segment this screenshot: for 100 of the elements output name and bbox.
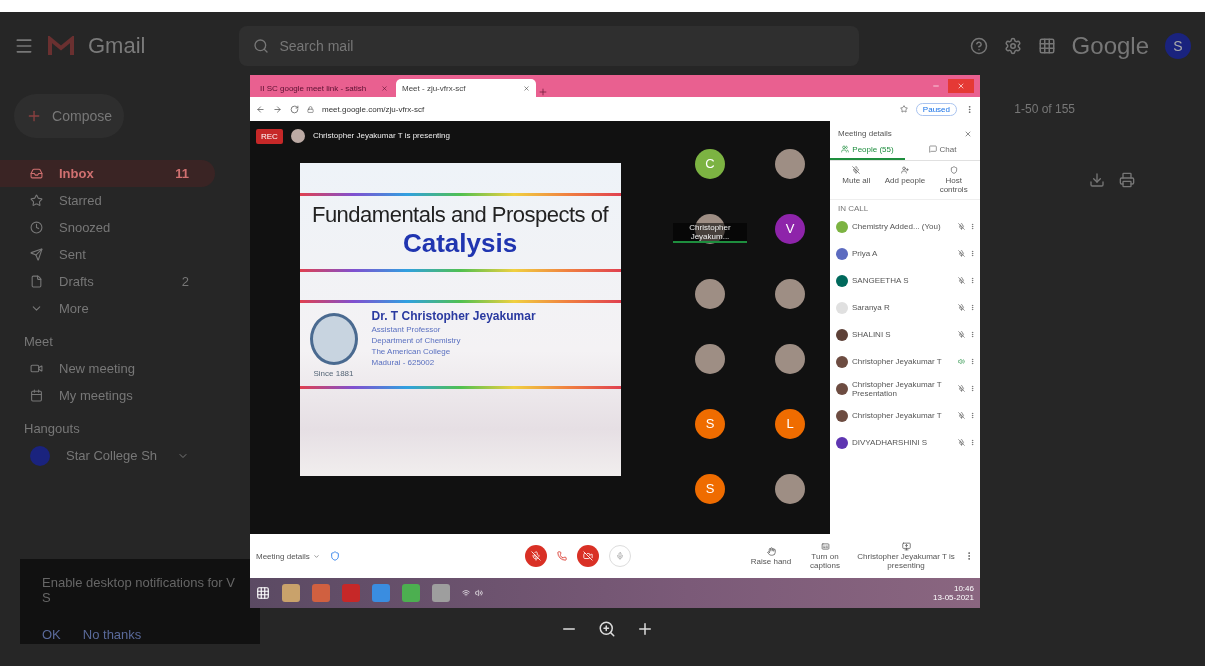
muted-mic-icon	[958, 331, 965, 338]
star-icon	[30, 194, 43, 207]
slide-text: Assistant Professor	[371, 325, 442, 334]
apps-icon[interactable]	[1037, 37, 1056, 55]
participant-row[interactable]: Chemistry Added... (You)	[830, 213, 980, 240]
calendar-icon	[30, 389, 43, 402]
meeting-details-button[interactable]: Meeting details	[256, 551, 320, 561]
close-icon[interactable]	[381, 84, 388, 92]
section-heading: Meet	[23, 333, 54, 351]
avatar-circle	[30, 445, 50, 466]
settings-icon[interactable]	[1003, 37, 1022, 55]
browser-tab[interactable]: Meet - zju-vfrx-scf	[396, 79, 536, 97]
participant-row[interactable]: Priya A	[830, 240, 980, 267]
participant-avatar: S	[695, 473, 725, 504]
clock-icon	[30, 221, 43, 234]
printer-icon[interactable]	[1119, 172, 1135, 188]
muted-mic-icon	[530, 551, 541, 561]
participant-row[interactable]: Christopher Jeyakumar T Presentation	[830, 375, 980, 402]
participant-row[interactable]: Christopher Jeyakumar T	[830, 402, 980, 429]
avatar-circle	[290, 129, 305, 143]
zoom-icon	[598, 620, 616, 638]
camera-off-icon	[582, 551, 593, 561]
video-camera-icon	[30, 362, 43, 375]
section-label: IN CALL	[837, 203, 870, 213]
zoom-in-icon[interactable]	[636, 620, 654, 638]
people-icon	[841, 145, 850, 153]
nav-item[interactable]: Inbox 11	[0, 160, 215, 187]
avatar-circle	[695, 278, 725, 309]
clock-time: 10:46	[953, 584, 974, 593]
app-name: Gmail	[88, 33, 146, 59]
avatar-circle	[775, 148, 805, 179]
menu-icon[interactable]	[14, 36, 34, 56]
start-icon[interactable]	[256, 586, 270, 600]
avatar-circle	[695, 343, 725, 374]
participant-row[interactable]: SANGEETHA S	[830, 267, 980, 294]
meeting-action[interactable]: Raise hand	[748, 546, 794, 566]
close-icon[interactable]	[523, 84, 530, 92]
participant-avatar: S	[695, 408, 725, 439]
help-icon[interactable]	[969, 37, 988, 55]
notification-text: Enable desktop notifications for V S	[42, 575, 236, 605]
back-icon[interactable]	[256, 104, 265, 114]
participant-row[interactable]: SHALINI S	[830, 321, 980, 348]
forward-icon[interactable]	[273, 104, 282, 114]
seal-caption: Since 1881	[313, 369, 354, 378]
panel-action[interactable]: Mute all	[833, 166, 880, 194]
captions-icon	[820, 542, 830, 551]
notification-action[interactable]: No thanks	[82, 627, 142, 642]
shield-icon[interactable]	[329, 551, 340, 561]
avatar-circle	[775, 278, 805, 309]
slide-title: Fundamentals and Prospects of	[310, 202, 610, 228]
hang-up-icon[interactable]	[556, 551, 567, 561]
panel-title: Meeting details	[838, 129, 892, 138]
muted-mic-icon	[958, 277, 965, 284]
account-brand: Google	[1071, 32, 1149, 60]
mail-logo-icon	[48, 36, 74, 56]
hand-icon	[766, 546, 776, 556]
screen-share-icon	[901, 542, 911, 551]
close-icon[interactable]	[964, 129, 972, 138]
panel-action[interactable]: Add people	[882, 166, 928, 194]
download-icon[interactable]	[1089, 172, 1105, 188]
add-person-icon	[901, 166, 909, 174]
new-tab-icon[interactable]	[538, 87, 548, 97]
mic-button[interactable]	[524, 545, 547, 567]
inbox-icon	[30, 167, 43, 180]
document-icon	[30, 275, 43, 288]
college-seal-icon	[309, 313, 358, 365]
participant-avatar: C	[695, 148, 725, 179]
section-heading: Hangouts	[23, 420, 81, 438]
slide-text: Madurai - 625002	[371, 358, 436, 367]
avatar-circle	[775, 473, 805, 504]
camera-button[interactable]	[576, 545, 599, 567]
participant-avatar: L	[775, 408, 805, 439]
meeting-action[interactable]: Turn on captions	[802, 542, 848, 570]
reload-icon[interactable]	[290, 104, 299, 114]
slide-author: Dr. T Christopher Jeyakumar	[371, 309, 536, 323]
account-avatar[interactable]: S	[1165, 33, 1191, 59]
window-close-button[interactable]	[948, 79, 974, 93]
participant-row[interactable]: DIVYADHARSHINI S	[830, 429, 980, 456]
chat-icon	[928, 145, 937, 153]
meeting-action[interactable]: Christopher Jeyakumar T is presenting	[856, 542, 956, 570]
send-icon	[30, 248, 43, 261]
avatar-circle	[775, 343, 805, 374]
chevron-down-icon	[312, 552, 320, 560]
more-icon[interactable]	[965, 104, 974, 114]
mic-icon	[615, 552, 624, 560]
search-icon	[253, 38, 270, 54]
panel-tab[interactable]: Chat	[905, 140, 980, 160]
volume-icon	[475, 589, 483, 597]
participant-row[interactable]: Christopher Jeyakumar T	[830, 348, 980, 375]
participant-row[interactable]: Saranya R	[830, 294, 980, 321]
clock-date: 13-05-2021	[933, 593, 974, 602]
panel-action[interactable]: Host controls	[930, 166, 977, 194]
muted-mic-icon	[958, 250, 965, 257]
address-field[interactable]: meet.google.com/zju-vfrx-scf	[322, 104, 892, 114]
slide-text: Department of Chemistry	[371, 336, 462, 345]
participant-avatar: V	[775, 213, 805, 244]
panel-tab[interactable]: People (55)	[830, 140, 905, 160]
star-icon[interactable]	[899, 105, 908, 113]
slide-title: Catalysis	[401, 228, 519, 259]
notification-action[interactable]: OK	[42, 627, 61, 642]
